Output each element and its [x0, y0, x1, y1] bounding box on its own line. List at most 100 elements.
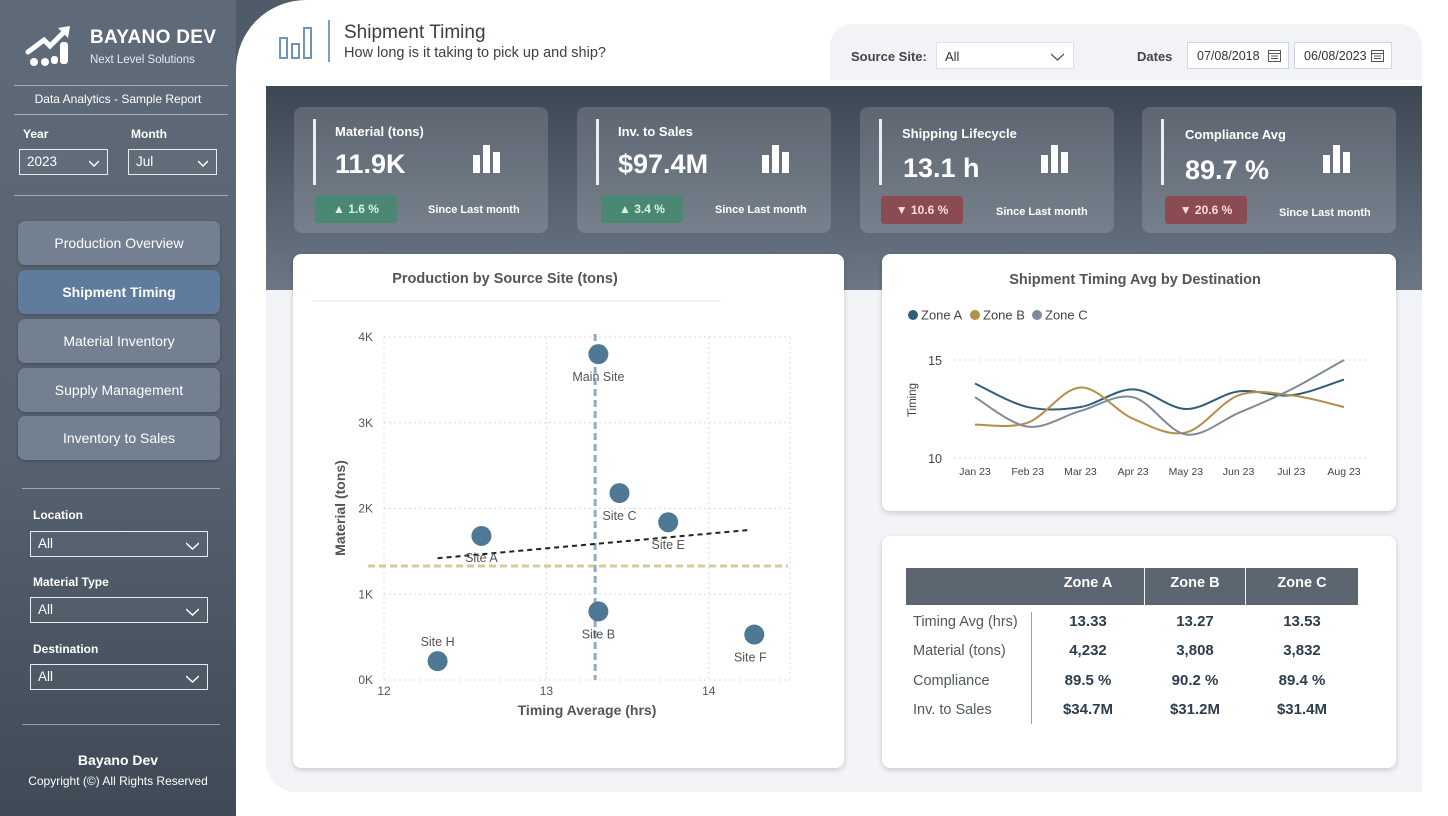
line-chart: Shipment Timing Avg by Destination Zone … [907, 272, 1366, 478]
report-label: Data Analytics - Sample Report [34, 92, 202, 106]
scatter-y-tick-label: 0K [358, 673, 373, 687]
chevron-down-icon [186, 675, 199, 683]
material-type-select-value: All [38, 602, 54, 617]
brand-name: BAYANO DEV [90, 27, 217, 48]
scatter-y-axis-label: Material (tons) [332, 460, 348, 556]
bar-chart-icon [473, 145, 500, 173]
kpi-since-label: Since Last month [1279, 207, 1371, 219]
chevron-down-icon [186, 542, 199, 550]
kpi-title: Inv. to Sales [618, 124, 693, 139]
line-chart-y-axis-label: Timing [907, 383, 919, 417]
chevron-down-icon [186, 608, 199, 616]
kpi-since-label: Since Last month [996, 206, 1088, 218]
kpi-since-label: Since Last month [428, 204, 520, 216]
scatter-point [588, 344, 609, 365]
scatter-axes: 0K 1K 2K 3K 4K 12 13 14 [358, 330, 715, 698]
line-chart-legend: Zone A Zone B Zone C [908, 308, 1088, 323]
table-row-label: Material (tons) [913, 643, 1006, 659]
location-select[interactable]: All [30, 531, 208, 557]
brand-logo-icon [25, 26, 70, 66]
year-select-value: 2023 [27, 154, 58, 169]
table-cell: $34.7M [1062, 701, 1114, 718]
kpi-value: $97.4M [618, 149, 709, 179]
kpi-delta-badge: ▼ 20.6 % [1165, 196, 1247, 224]
date-start-input[interactable]: 07/08/2018 [1187, 42, 1289, 69]
kpi-since-label: Since Last month [715, 204, 807, 216]
table-header-row: Zone A Zone B Zone C [906, 568, 1358, 605]
calendar-icon [1371, 50, 1384, 62]
destination-select[interactable]: All [30, 664, 208, 690]
scatter-point [427, 651, 448, 672]
table-cell: 3,808 [1176, 642, 1214, 659]
scatter-y-tick-label: 1K [358, 587, 373, 601]
scatter-point-label: Site B [582, 627, 615, 641]
material-type-label: Material Type [33, 575, 109, 589]
kpi-value: 11.9K [335, 149, 406, 179]
line-chart-y-tick-label: 10 [928, 452, 942, 466]
month-select-value: Jul [136, 154, 154, 169]
nav-supply-management[interactable]: Supply Management [18, 368, 220, 412]
bar-chart-icon [1041, 145, 1068, 173]
scatter-point [588, 601, 609, 622]
table-row-label: Compliance [913, 673, 990, 689]
legend-label: Zone B [983, 308, 1025, 323]
scatter-title: Production by Source Site (tons) [392, 271, 618, 287]
year-select[interactable]: 2023 [19, 149, 108, 175]
divider [14, 195, 228, 196]
divider [22, 724, 220, 725]
scatter-y-tick-label: 2K [358, 502, 373, 516]
bar-chart-icon [279, 27, 312, 59]
table-header-zone-b: Zone B [1170, 575, 1220, 591]
date-end-input[interactable]: 06/08/2023 [1294, 42, 1392, 69]
scatter-x-tick-label: 13 [540, 684, 554, 698]
legend-label: Zone A [921, 308, 963, 323]
destination-label: Destination [33, 642, 99, 656]
table-cell: 13.33 [1069, 613, 1107, 630]
chevron-down-icon [198, 160, 208, 168]
line-series-zone-c [974, 359, 1345, 436]
scatter-point [609, 483, 630, 504]
scatter-point [744, 624, 765, 645]
nav-inventory-to-sales[interactable]: Inventory to Sales [18, 416, 220, 460]
bar-chart-icon [762, 145, 789, 173]
line-chart-y-tick-label: 15 [928, 354, 942, 368]
scatter-point [658, 512, 679, 533]
brand-tagline: Next Level Solutions [90, 54, 195, 66]
table-cell: 13.53 [1283, 613, 1321, 630]
kpi-accent-bar [313, 119, 316, 185]
page-title: Shipment Timing [344, 22, 486, 43]
line-chart-x-tick-label: Jun 23 [1223, 466, 1255, 478]
table-cell: 4,232 [1069, 642, 1107, 659]
location-label: Location [33, 508, 83, 522]
scatter-x-tick-label: 14 [702, 684, 716, 698]
scatter-x-axis-label: Timing Average (hrs) [518, 702, 657, 718]
divider [14, 114, 228, 115]
scatter-x-tick-label: 12 [377, 684, 391, 698]
nav-production-overview[interactable]: Production Overview [18, 221, 220, 265]
calendar-icon [1268, 50, 1281, 62]
table-cell: 89.5 % [1064, 672, 1112, 689]
material-type-select[interactable]: All [30, 597, 208, 623]
bar-chart-icon [1323, 145, 1350, 173]
table-cell: 3,832 [1283, 642, 1321, 659]
header-separator [328, 20, 330, 62]
kpi-card-shipping-lifecycle: Shipping Lifecycle 13.1 h ▼ 10.6 % Since… [860, 107, 1114, 233]
date-start-value: 07/08/2018 [1197, 49, 1260, 63]
nav-material-inventory[interactable]: Material Inventory [18, 319, 220, 363]
line-chart-x-tick-label: Apr 23 [1118, 466, 1149, 478]
legend-marker [970, 310, 980, 320]
nav-shipment-timing[interactable]: Shipment Timing [18, 270, 220, 314]
chevron-down-icon [89, 160, 99, 168]
table-cell: $31.4M [1276, 701, 1328, 718]
line-chart-x-tick-label: Aug 23 [1327, 466, 1360, 478]
kpi-card-inv-to-sales: Inv. to Sales $97.4M ▲ 3.4 % Since Last … [577, 107, 831, 233]
table-header-zone-c: Zone C [1277, 575, 1327, 591]
kpi-title: Material (tons) [335, 124, 424, 139]
kpi-accent-bar [596, 119, 599, 185]
month-select[interactable]: Jul [128, 149, 217, 175]
divider [22, 488, 220, 489]
kpi-value: 89.7 % [1185, 155, 1270, 185]
kpi-card-material: Material (tons) 11.9K ▲ 1.6 % Since Last… [294, 107, 548, 233]
source-site-select[interactable]: All [936, 42, 1074, 69]
kpi-delta-badge: ▼ 10.6 % [881, 196, 963, 224]
